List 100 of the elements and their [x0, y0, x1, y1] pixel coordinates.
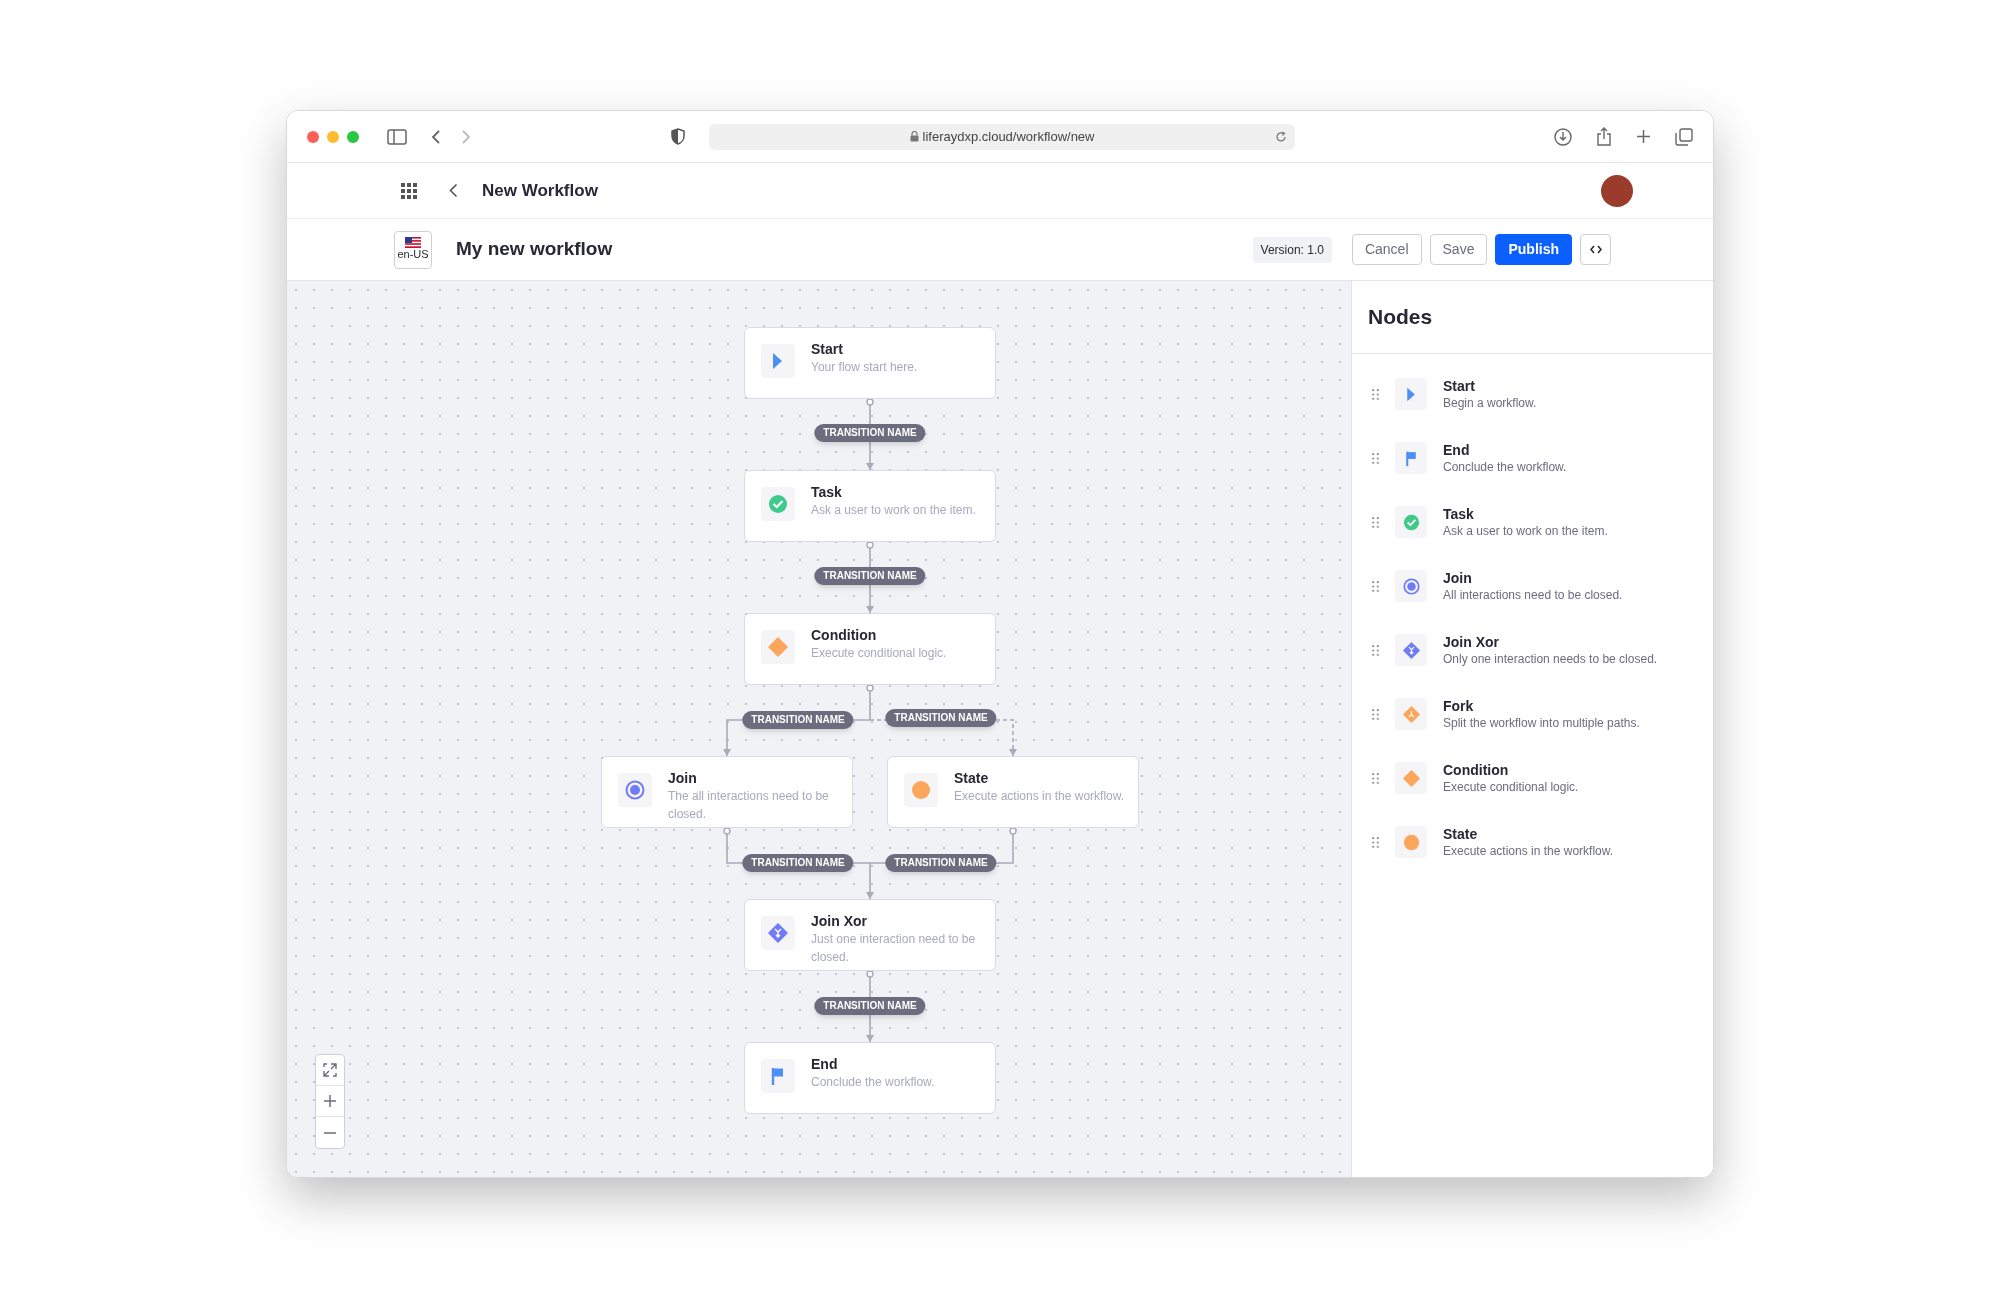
- node-card[interactable]: Condition Execute conditional logic.: [744, 613, 996, 685]
- transition-label[interactable]: TRANSITION NAME: [814, 997, 926, 1015]
- diamond-icon: [1402, 769, 1420, 787]
- node-type-title: Task: [1443, 505, 1475, 523]
- minus-icon: [324, 1131, 336, 1134]
- action-button[interactable]: Save: [1429, 234, 1488, 265]
- flag-icon: [405, 237, 421, 249]
- node-card[interactable]: Task Ask a user to work on the item.: [744, 470, 996, 542]
- icon-tile[interactable]: [1395, 442, 1427, 474]
- panel-title: Nodes: [1368, 304, 1433, 331]
- address-bar[interactable]: liferaydxp.cloud/workflow/new: [709, 123, 1295, 150]
- icon-tile[interactable]: [1395, 698, 1427, 730]
- share-icon[interactable]: [1596, 127, 1612, 146]
- node-description: Execute actions in the workflow.: [954, 788, 1125, 805]
- node-title: State: [954, 769, 990, 787]
- icon-tile[interactable]: [1395, 506, 1427, 538]
- apps-grid-icon[interactable]: [401, 182, 417, 199]
- node-title: Join: [668, 769, 698, 787]
- node-description: Execute conditional logic.: [811, 645, 947, 662]
- drag-handle-icon[interactable]: [1372, 580, 1379, 592]
- node-type-description: Conclude the workflow.: [1443, 459, 1567, 475]
- drag-handle-icon[interactable]: [1372, 388, 1379, 400]
- action-button[interactable]: Cancel: [1351, 234, 1422, 265]
- node-type-description: Begin a workflow.: [1443, 395, 1537, 411]
- expand-arrows-icon: [323, 1063, 337, 1077]
- icon-tile[interactable]: [1395, 570, 1427, 602]
- code-view-button[interactable]: [1580, 234, 1611, 265]
- drag-handle-icon[interactable]: [1372, 452, 1379, 464]
- node-title: Condition: [811, 626, 878, 644]
- node-type-title: Fork: [1443, 697, 1475, 715]
- code-icon: [1589, 245, 1602, 254]
- workflow-name: My new workflow: [456, 237, 613, 262]
- version-label: Version: 1.0: [1252, 236, 1332, 263]
- icon-tile[interactable]: [1395, 378, 1427, 410]
- zoom-button[interactable]: [347, 130, 359, 143]
- node-type-title: Condition: [1443, 761, 1510, 779]
- circle-icon: [1402, 833, 1420, 851]
- icon-tile[interactable]: [1395, 762, 1427, 794]
- plus-icon[interactable]: [1636, 129, 1651, 144]
- diamond-arrows-icon: [1402, 641, 1420, 659]
- lock-icon: [909, 131, 919, 142]
- drag-handle-icon[interactable]: [1372, 772, 1379, 784]
- check-circle-icon: [1402, 513, 1420, 531]
- node-card[interactable]: Start Your flow start here.: [744, 327, 996, 399]
- transition-label[interactable]: TRANSITION NAME: [885, 854, 997, 872]
- url-text: liferaydxp.cloud/workflow/new: [922, 127, 1095, 146]
- target-icon: [625, 780, 645, 800]
- target-icon: [1402, 577, 1420, 595]
- check-circle-icon: [768, 494, 788, 514]
- tabs-icon[interactable]: [1675, 127, 1693, 146]
- node-description: Ask a user to work on the item.: [811, 502, 976, 519]
- node-type-description: Execute conditional logic.: [1443, 779, 1579, 795]
- diagram-canvas[interactable]: [287, 281, 1352, 1177]
- node-type-description: Only one interaction needs to be closed.: [1443, 651, 1658, 667]
- drag-handle-icon[interactable]: [1372, 836, 1379, 848]
- node-card[interactable]: Join The all interactions need to be closed.: [601, 756, 853, 828]
- avatar[interactable]: [1601, 174, 1633, 207]
- node-type-title: End: [1443, 441, 1471, 459]
- node-type-title: Join Xor: [1443, 633, 1500, 651]
- node-card[interactable]: End Conclude the workflow.: [744, 1042, 996, 1114]
- node-type-description: Split the workflow into multiple paths.: [1443, 715, 1640, 731]
- publish-button[interactable]: Publish: [1495, 234, 1572, 265]
- node-type-title: Start: [1443, 377, 1476, 395]
- plus-icon: [323, 1094, 337, 1108]
- node-type-description: All interactions need to be closed.: [1443, 587, 1623, 603]
- transition-label[interactable]: TRANSITION NAME: [742, 711, 854, 729]
- diamond-arrows-icon: [768, 923, 788, 943]
- node-type-title: Join: [1443, 569, 1473, 587]
- node-description: Just one interaction need to be closed.: [811, 931, 977, 966]
- close-button[interactable]: [307, 130, 319, 143]
- node-type-description: Ask a user to work on the item.: [1443, 523, 1608, 539]
- node-description: Conclude the workflow.: [811, 1074, 935, 1091]
- drag-handle-icon[interactable]: [1372, 708, 1379, 720]
- minimize-button[interactable]: [327, 130, 339, 143]
- circle-icon: [911, 780, 931, 800]
- page-title: New Workflow: [482, 179, 598, 202]
- drag-handle-icon[interactable]: [1372, 516, 1379, 528]
- locale-selector[interactable]: en-US: [394, 230, 432, 269]
- node-description: Your flow start here.: [811, 359, 918, 376]
- icon-tile[interactable]: [1395, 826, 1427, 858]
- transition-label[interactable]: TRANSITION NAME: [814, 567, 926, 585]
- diamond-fork-icon: [1402, 705, 1420, 723]
- node-title: Start: [811, 340, 844, 358]
- node-title: Task: [811, 483, 843, 501]
- transition-label[interactable]: TRANSITION NAME: [885, 709, 997, 727]
- reload-icon[interactable]: [1275, 130, 1287, 143]
- node-type-description: Execute actions in the workflow.: [1443, 843, 1614, 859]
- download-icon[interactable]: [1554, 127, 1572, 146]
- node-card[interactable]: State Execute actions in the workflow.: [887, 756, 1139, 828]
- node-title: End: [811, 1055, 839, 1073]
- shield-icon[interactable]: [671, 128, 685, 145]
- node-description: The all interactions need to be closed.: [668, 788, 830, 823]
- drag-handle-icon[interactable]: [1372, 644, 1379, 656]
- transition-label[interactable]: TRANSITION NAME: [814, 424, 926, 442]
- transition-label[interactable]: TRANSITION NAME: [742, 854, 854, 872]
- node-title: Join Xor: [811, 912, 868, 930]
- node-card[interactable]: Join Xor Just one interaction need to be closed.: [744, 899, 996, 971]
- icon-tile[interactable]: [1395, 634, 1427, 666]
- sidebar-toggle-icon[interactable]: [387, 128, 407, 145]
- node-type-title: State: [1443, 825, 1479, 843]
